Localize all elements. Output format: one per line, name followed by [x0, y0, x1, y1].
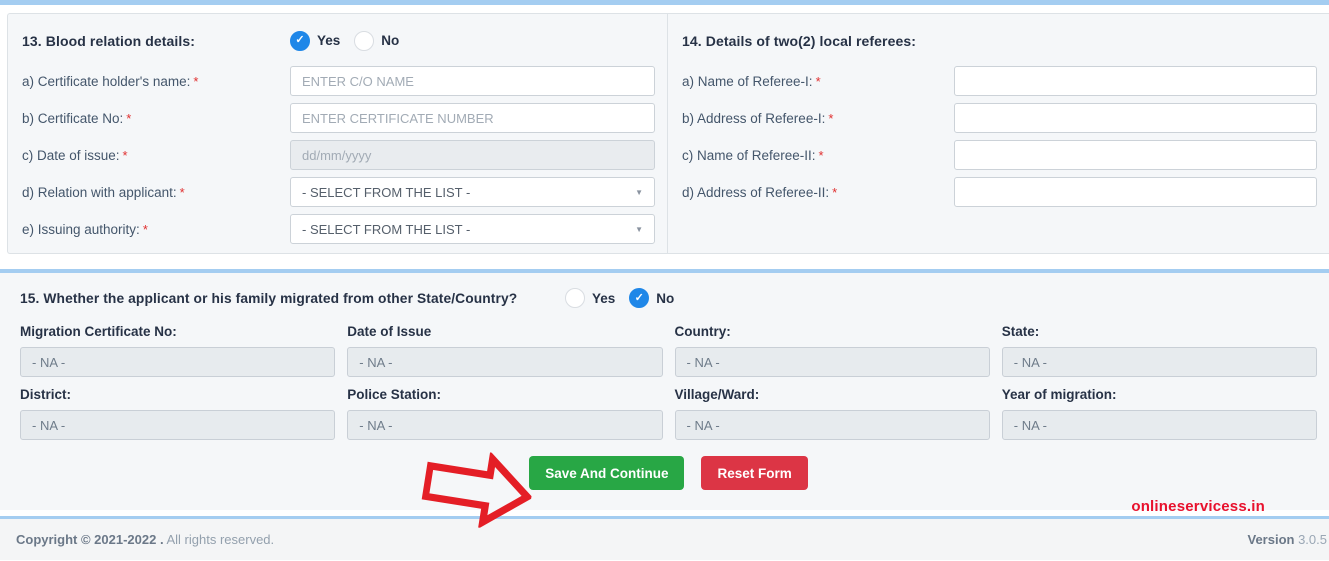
migration-certificate-no-label: Migration Certificate No:: [20, 324, 177, 339]
issuing-authority-select[interactable]: - SELECT FROM THE LIST - ▼: [290, 214, 655, 244]
section-15-question: 15. Whether the applicant or his family …: [20, 290, 518, 306]
field-migration-date-of-issue: Date of Issue: [347, 324, 663, 377]
field-referee2-address: d) Address of Referee-II: *: [682, 177, 1317, 207]
field-referee1-address: b) Address of Referee-I: *: [682, 103, 1317, 133]
field-migration-village-ward: Village/Ward:: [674, 387, 990, 440]
copyright-text: Copyright © 2021-2022 . All rights reser…: [16, 532, 275, 547]
blood-relation-radio-yes[interactable]: ✓ Yes: [290, 30, 341, 51]
version-text: Version 3.0.5: [1247, 532, 1327, 547]
migration-police-station-input[interactable]: [347, 410, 663, 440]
migration-radio-group: Yes ✓ No: [565, 288, 674, 308]
issuing-authority-label: e) Issuing authority:: [22, 221, 140, 237]
migration-radio-yes[interactable]: Yes: [565, 288, 615, 308]
radio-unchecked-icon: [354, 30, 375, 51]
field-migration-district: District:: [20, 387, 336, 440]
radio-checked-icon: ✓: [290, 30, 310, 51]
field-migration-state: State:: [1001, 324, 1317, 377]
radio-no-label: No: [381, 33, 400, 48]
migration-fields-grid: Migration Certificate No: Date of Issue …: [20, 324, 1317, 440]
migration-district-input[interactable]: [20, 410, 336, 440]
blood-relation-referees-panel: 13. Blood relation details: ✓ Yes No a) …: [7, 13, 1329, 254]
required-asterisk: *: [122, 147, 128, 163]
required-asterisk: *: [828, 110, 834, 126]
radio-checked-icon: ✓: [629, 288, 650, 308]
field-migration-police-station: Police Station:: [347, 387, 663, 440]
section-13-blood-relation: 13. Blood relation details: ✓ Yes No a) …: [8, 14, 668, 253]
migration-date-of-issue-label: Date of Issue: [347, 324, 432, 339]
migration-radio-no[interactable]: ✓ No: [629, 288, 674, 308]
field-referee1-name: a) Name of Referee-I: *: [682, 66, 1317, 96]
referee1-address-label: b) Address of Referee-I:: [682, 110, 826, 126]
required-asterisk: *: [193, 73, 199, 89]
referee2-address-label: d) Address of Referee-II:: [682, 184, 830, 200]
required-asterisk: *: [832, 184, 838, 200]
chevron-down-icon: ▼: [635, 224, 643, 234]
watermark-text: onlineservicess.in: [1131, 498, 1265, 515]
field-certificate-holder-name: a) Certificate holder's name: *: [22, 66, 655, 96]
required-asterisk: *: [179, 184, 185, 200]
blood-relation-radio-no[interactable]: No: [354, 30, 400, 51]
field-issuing-authority: e) Issuing authority: * - SELECT FROM THE…: [22, 214, 655, 244]
referee2-address-input[interactable]: [954, 177, 1317, 207]
field-date-of-issue: c) Date of issue: *: [22, 140, 655, 170]
field-relation-with-applicant: d) Relation with applicant: * - SELECT FR…: [22, 177, 655, 207]
section-13-heading: 13. Blood relation details:: [22, 32, 196, 49]
required-asterisk: *: [815, 73, 821, 89]
referee2-name-label: c) Name of Referee-II:: [682, 147, 816, 163]
red-arrow-annotation-icon: [421, 451, 533, 532]
required-asterisk: *: [142, 221, 148, 237]
certificate-holder-name-input[interactable]: [290, 66, 655, 96]
referee2-name-input[interactable]: [954, 140, 1317, 170]
referee1-name-label: a) Name of Referee-I:: [682, 73, 813, 89]
date-of-issue-input[interactable]: [290, 140, 655, 170]
required-asterisk: *: [818, 147, 824, 163]
field-migration-certificate-no: Migration Certificate No:: [20, 324, 336, 377]
migration-state-input[interactable]: [1001, 347, 1317, 377]
migration-year-input[interactable]: [1001, 410, 1317, 440]
field-migration-country: Country:: [674, 324, 990, 377]
certificate-holder-name-label: a) Certificate holder's name:: [22, 73, 191, 89]
chevron-down-icon: ▼: [635, 187, 643, 197]
migration-state-label: State:: [1001, 324, 1040, 339]
field-referee2-name: c) Name of Referee-II: *: [682, 140, 1317, 170]
relation-with-applicant-label: d) Relation with applicant:: [22, 184, 177, 200]
selected-option-text: - SELECT FROM THE LIST -: [302, 184, 471, 200]
migration-district-label: District:: [20, 387, 72, 402]
migration-country-input[interactable]: [674, 347, 990, 377]
referee1-name-input[interactable]: [954, 66, 1317, 96]
section-14-heading: 14. Details of two(2) local referees:: [682, 32, 917, 49]
radio-unchecked-icon: [565, 288, 585, 308]
certificate-no-label: b) Certificate No:: [22, 110, 124, 126]
required-asterisk: *: [126, 110, 132, 126]
migration-year-label: Year of migration:: [1001, 387, 1117, 402]
radio-yes-label: Yes: [592, 290, 616, 306]
section-14-local-referees: 14. Details of two(2) local referees: a)…: [668, 14, 1329, 253]
migration-date-of-issue-input[interactable]: [347, 347, 663, 377]
referee1-address-input[interactable]: [954, 103, 1317, 133]
blood-relation-radio-group: ✓ Yes No: [290, 30, 400, 51]
field-migration-year: Year of migration:: [1001, 387, 1317, 440]
radio-no-label: No: [656, 290, 675, 306]
relation-with-applicant-select[interactable]: - SELECT FROM THE LIST - ▼: [290, 177, 655, 207]
migration-police-station-label: Police Station:: [347, 387, 442, 402]
footer: Copyright © 2021-2022 . All rights reser…: [0, 519, 1329, 560]
selected-option-text: - SELECT FROM THE LIST -: [302, 221, 471, 237]
top-accent-bar: [0, 0, 1329, 5]
field-certificate-no: b) Certificate No: *: [22, 103, 655, 133]
migration-village-ward-input[interactable]: [674, 410, 990, 440]
reset-form-button[interactable]: Reset Form: [701, 456, 808, 490]
radio-yes-label: Yes: [317, 33, 341, 48]
migration-country-label: Country:: [674, 324, 731, 339]
certificate-no-input[interactable]: [290, 103, 655, 133]
save-and-continue-button[interactable]: Save And Continue: [529, 456, 685, 490]
section-15-migration: 15. Whether the applicant or his family …: [0, 273, 1329, 510]
migration-certificate-no-input[interactable]: [20, 347, 336, 377]
date-of-issue-label: c) Date of issue:: [22, 147, 120, 163]
migration-village-ward-label: Village/Ward:: [674, 387, 760, 402]
